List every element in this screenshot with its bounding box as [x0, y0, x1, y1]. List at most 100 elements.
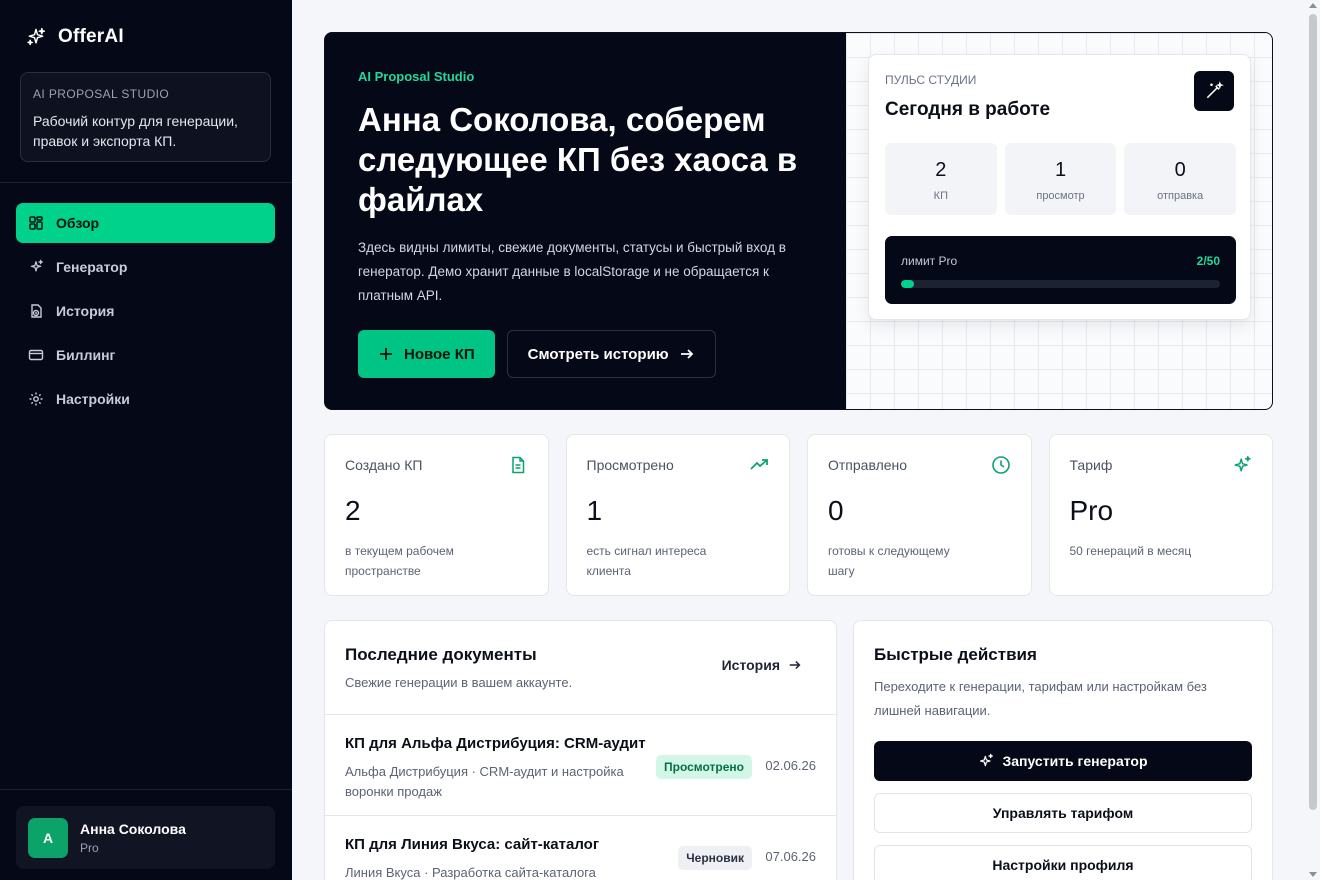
stat-card-sent: Отправлено 0 готовы к следующему шагу [807, 434, 1032, 596]
studio-card: AI PROPOSAL STUDIO Рабочий контур для ге… [20, 72, 271, 162]
limit-progress-bar [901, 280, 1220, 288]
stat-value: Pro [1069, 495, 1114, 526]
profile-settings-button[interactable]: Настройки профиля [874, 845, 1252, 880]
sidebar-item-settings[interactable]: Настройки [16, 379, 275, 419]
stat-subtext: готовы к следующему шагу [828, 544, 950, 578]
sidebar-item-generator[interactable]: Генератор [16, 247, 275, 287]
sidebar-item-label: Генератор [56, 259, 128, 275]
plan-limit: лимит Pro 2/50 [885, 236, 1236, 304]
arrow-right-icon [680, 349, 693, 359]
stat-label: Просмотрено [586, 457, 674, 473]
document-row[interactable]: КП для Альфа Дистрибуция: CRM-аудит Альф… [325, 715, 836, 816]
pulse-stat-sent: 0 отправка [1124, 143, 1237, 215]
hero-banner: AI Proposal Studio Анна Соколова, собере… [324, 32, 1273, 410]
pulse-eyebrow: ПУЛЬС СТУДИИ [885, 73, 977, 87]
stat-card-plan: Тариф Pro 50 генераций в месяц [1048, 434, 1273, 596]
stat-value: 0 [1174, 159, 1186, 181]
stat-label: Отправлено [828, 457, 908, 473]
document-row[interactable]: КП для Линия Вкуса: сайт-каталог Линия В… [325, 816, 836, 880]
sidebar-item-billing[interactable]: Биллинг [16, 335, 275, 375]
sidebar: OfferAI AI PROPOSAL STUDIO Рабочий конту… [0, 0, 292, 880]
sparkles-icon [1234, 455, 1251, 472]
document-date: 07.06.26 [765, 849, 816, 864]
docs-subtitle: Свежие генерации в вашем аккаунте. [345, 675, 573, 690]
user-name: Анна Соколова [80, 820, 186, 837]
history-icon [31, 304, 42, 318]
sparkles-icon [27, 27, 46, 46]
gear-icon [29, 392, 43, 406]
clock-icon [991, 456, 1010, 474]
hero-eyebrow: AI Proposal Studio [358, 69, 475, 84]
button-label: Управлять тарифом [992, 805, 1134, 821]
pulse-stat-proposals: 2 КП [885, 143, 997, 215]
divider [0, 182, 292, 183]
docs-header: Последние документы Свежие генерации в в… [325, 621, 836, 715]
sparkles-icon [980, 753, 994, 767]
stat-label: КП [933, 190, 948, 202]
scroll-up-arrow[interactable] [1309, 3, 1317, 8]
stats-row: Создано КП 2 в текущем рабочем пространс… [324, 434, 1273, 596]
card-icon [28, 349, 44, 361]
document-meta: Линия Вкуса · Разработка сайта-каталога [345, 865, 596, 880]
quick-actions-description: Переходите к генерации, тарифам или наст… [874, 679, 1207, 718]
page-scrollbar[interactable] [1309, 14, 1317, 810]
stat-subtext: есть сигнал интереса клиента [586, 544, 707, 578]
trending-up-icon [750, 459, 768, 470]
stat-subtext: в текущем рабочем пространстве [345, 544, 454, 578]
status-badge: Черновик [678, 846, 752, 870]
studio-pulse-card: ПУЛЬС СТУДИИ Сегодня в работе 2 КП 1 про… [868, 54, 1251, 320]
sidebar-item-overview[interactable]: Обзор [16, 203, 275, 243]
file-icon [511, 456, 524, 474]
pulse-stats: 2 КП 1 просмотр 0 отправка [885, 143, 1237, 215]
document-meta: Альфа Дистрибуция · CRM-аудит и настройк… [345, 764, 624, 799]
button-label: Новое КП [404, 345, 475, 363]
app-logo[interactable]: OfferAI [26, 26, 124, 48]
hero-description: Здесь видны лимиты, свежие документы, ст… [358, 240, 786, 303]
divider [0, 789, 292, 790]
hero-grid-panel: ПУЛЬС СТУДИИ Сегодня в работе 2 КП 1 про… [846, 33, 1272, 409]
stat-value: 2 [345, 495, 361, 526]
avatar: А [28, 817, 68, 858]
button-label: Запустить генератор [1002, 753, 1148, 769]
plus-icon [380, 348, 392, 360]
sidebar-nav: Обзор Генератор История Биллинг Настройк… [16, 203, 275, 423]
dashboard-icon [29, 216, 43, 230]
quick-actions-panel: Быстрые действия Переходите к генерации,… [853, 620, 1273, 880]
stat-value: 2 [935, 159, 947, 181]
stat-label: просмотр [1036, 190, 1085, 202]
limit-label: лимит Pro [901, 254, 958, 268]
sidebar-item-label: Обзор [56, 215, 100, 231]
stat-card-created: Создано КП 2 в текущем рабочем пространс… [324, 434, 549, 596]
document-title: КП для Альфа Дистрибуция: CRM-аудит [345, 735, 646, 752]
stat-subtext: 50 генераций в месяц [1069, 544, 1192, 558]
recent-documents-panel: Последние документы Свежие генерации в в… [324, 620, 837, 880]
studio-eyebrow: AI PROPOSAL STUDIO [33, 87, 170, 101]
sidebar-item-history[interactable]: История [16, 291, 275, 331]
hero-title: Анна Соколова, соберем следующее КП без … [358, 101, 798, 218]
stat-card-viewed: Просмотрено 1 есть сигнал интереса клиен… [565, 434, 790, 596]
button-label: Смотреть историю [527, 345, 669, 363]
sparkles-icon [30, 259, 43, 272]
button-label: Настройки профиля [992, 857, 1134, 873]
sidebar-item-label: История [56, 303, 115, 319]
document-date: 02.06.26 [765, 758, 816, 773]
pulse-title: Сегодня в работе [885, 99, 1051, 120]
pulse-stat-views: 1 просмотр [1004, 143, 1117, 215]
launch-generator-button[interactable]: Запустить генератор [874, 741, 1252, 781]
history-link[interactable]: История [722, 657, 802, 673]
stat-value: 0 [828, 495, 844, 526]
stat-label: Тариф [1069, 457, 1113, 473]
user-plan: Pro [80, 840, 99, 855]
scroll-down-arrow[interactable] [1309, 872, 1317, 877]
stat-label: отправка [1157, 190, 1204, 202]
status-badge: Просмотрено [655, 755, 752, 779]
hero-actions: Новое КП Смотреть историю [358, 330, 716, 378]
new-proposal-button[interactable]: Новое КП [358, 330, 495, 378]
link-label: История [721, 657, 780, 673]
manage-plan-button[interactable]: Управлять тарифом [874, 793, 1252, 833]
view-history-button[interactable]: Смотреть историю [506, 330, 716, 378]
user-card[interactable]: А Анна Соколова Pro [16, 806, 275, 869]
stat-value: 1 [586, 495, 603, 526]
limit-value: 2/50 [1196, 254, 1220, 268]
quick-actions-title: Быстрые действия [874, 645, 1037, 664]
